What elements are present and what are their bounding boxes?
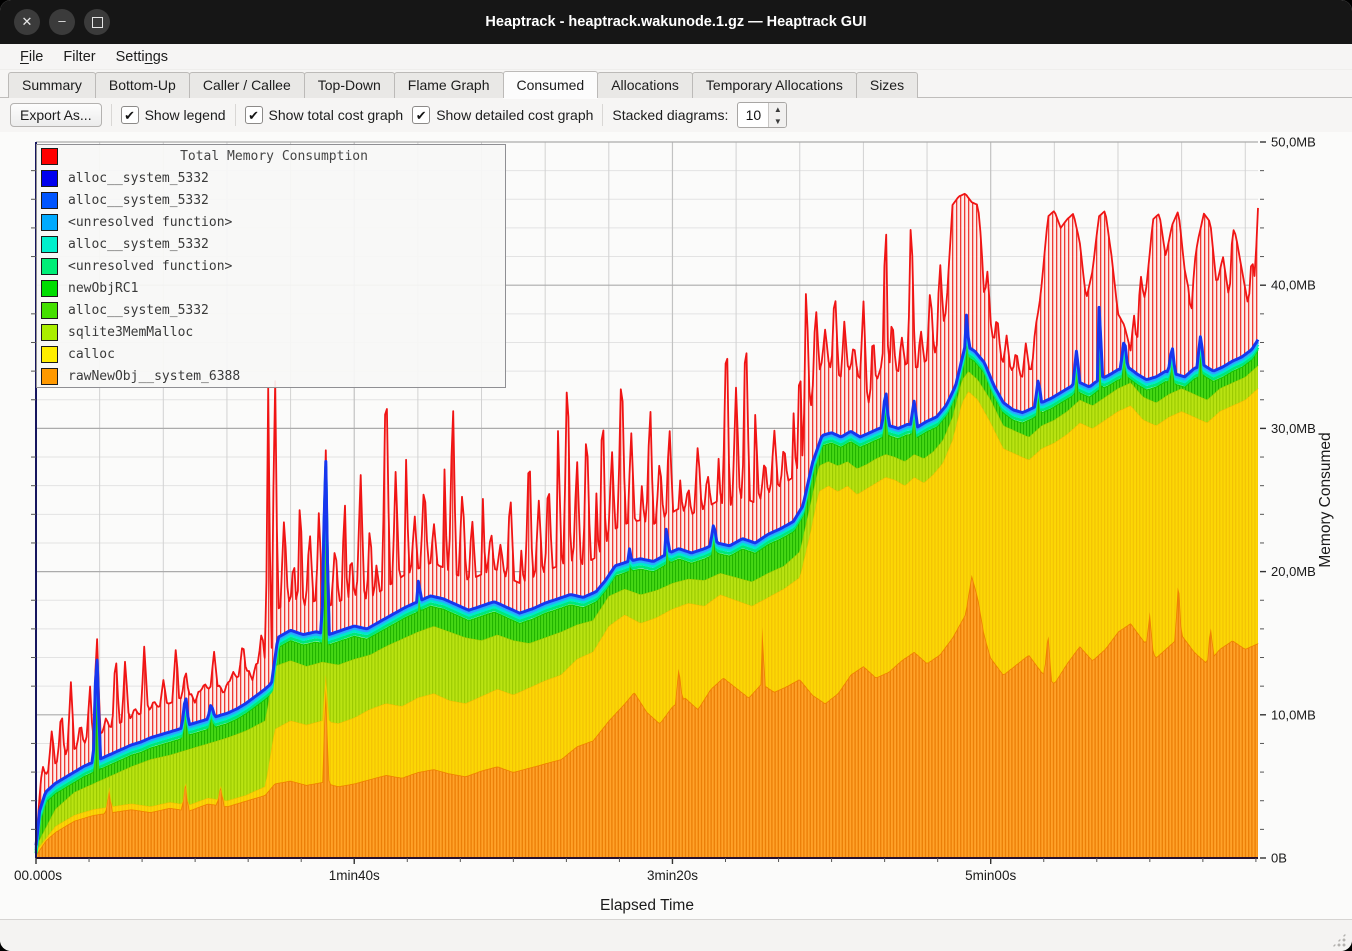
legend-label: alloc__system_5332 — [68, 303, 209, 318]
legend-label: alloc__system_5332 — [68, 193, 209, 208]
tab-bottom-up[interactable]: Bottom-Up — [95, 72, 190, 98]
legend-swatch — [41, 258, 58, 275]
checkbox-show-legend[interactable]: ✔ — [121, 106, 139, 124]
menu-bar: FileFilterSettings — [0, 44, 1352, 70]
svg-text:0B: 0B — [1271, 851, 1287, 866]
legend-item: alloc__system_5332 — [37, 299, 505, 321]
legend-label: <unresolved function> — [68, 215, 232, 230]
legend-swatch — [41, 236, 58, 253]
legend-swatch — [41, 214, 58, 231]
legend-item: sqlite3MemMalloc — [37, 321, 505, 343]
tab-summary[interactable]: Summary — [8, 72, 96, 98]
svg-text:5min00s: 5min00s — [965, 868, 1016, 883]
checkbox-label: Show detailed cost graph — [436, 107, 593, 123]
checkbox-show-detailed-cost-graph[interactable]: ✔ — [412, 106, 430, 124]
legend-swatch — [41, 346, 58, 363]
tab-consumed[interactable]: Consumed — [503, 71, 599, 98]
toolbar-separator — [111, 104, 112, 126]
legend-swatch — [41, 192, 58, 209]
menu-filter[interactable]: Filter — [53, 47, 105, 67]
toolbar-separator — [602, 104, 603, 126]
checkbox-group: ✔ Show total cost graph — [245, 106, 404, 124]
legend-item: <unresolved function> — [37, 211, 505, 233]
minimize-icon: – — [58, 13, 65, 28]
svg-text:00.000s: 00.000s — [14, 868, 62, 883]
legend-title-row: Total Memory Consumption — [37, 145, 505, 167]
legend-swatch — [41, 368, 58, 385]
legend-item: alloc__system_5332 — [37, 189, 505, 211]
tab-flame-graph[interactable]: Flame Graph — [394, 72, 504, 98]
legend-item: <unresolved function> — [37, 255, 505, 277]
chart-area: 0B 10,0MB 20,0MB 30,0MB 40,0MB 50,0MB 00.000s 1… — [0, 132, 1352, 919]
tab-sizes[interactable]: Sizes — [856, 72, 918, 98]
checkbox-show-total-cost-graph[interactable]: ✔ — [245, 106, 263, 124]
menu-settings[interactable]: Settings — [106, 47, 178, 67]
spinbox-value[interactable]: 10 — [738, 103, 768, 127]
legend-swatch-total — [41, 148, 58, 165]
y-axis-title: Memory Consumed — [1317, 432, 1334, 567]
title-bar: ✕ – Heaptrack - heaptrack.wakunode.1.gz … — [0, 0, 1352, 44]
legend-swatch — [41, 302, 58, 319]
stacked-diagrams-label: Stacked diagrams: — [612, 107, 728, 123]
window-title: Heaptrack - heaptrack.wakunode.1.gz — He… — [0, 14, 1352, 30]
legend-item: alloc__system_5332 — [37, 233, 505, 255]
close-button[interactable]: ✕ — [14, 9, 40, 35]
spin-up-icon[interactable]: ▲ — [769, 103, 786, 115]
legend-swatch — [41, 280, 58, 297]
close-icon: ✕ — [22, 14, 33, 30]
svg-text:10,0MB: 10,0MB — [1271, 707, 1316, 722]
app-window: ✕ – Heaptrack - heaptrack.wakunode.1.gz … — [0, 0, 1352, 951]
tab-bar: SummaryBottom-UpCaller / CalleeTop-DownF… — [0, 70, 1352, 98]
legend-label: newObjRC1 — [68, 281, 138, 296]
x-axis-title: Elapsed Time — [600, 897, 694, 914]
checkbox-label: Show legend — [145, 107, 226, 123]
maximize-button[interactable] — [84, 9, 110, 35]
chart-legend: Total Memory Consumption alloc__system_53… — [36, 144, 506, 388]
tab-allocations[interactable]: Allocations — [597, 72, 693, 98]
toolbar: Export As... ✔ Show legend ✔ Show total cos… — [0, 98, 1352, 132]
svg-text:40,0MB: 40,0MB — [1271, 278, 1316, 293]
svg-text:20,0MB: 20,0MB — [1271, 564, 1316, 579]
menu-file[interactable]: File — [10, 47, 53, 67]
legend-label: sqlite3MemMalloc — [68, 325, 193, 340]
svg-text:30,0MB: 30,0MB — [1271, 421, 1316, 436]
svg-text:3min20s: 3min20s — [647, 868, 698, 883]
legend-item: calloc — [37, 343, 505, 365]
legend-label: alloc__system_5332 — [68, 237, 209, 252]
legend-item: newObjRC1 — [37, 277, 505, 299]
tab-temporary-allocations[interactable]: Temporary Allocations — [692, 72, 857, 98]
status-bar — [0, 919, 1352, 951]
legend-label: rawNewObj__system_6388 — [68, 369, 240, 384]
checkbox-group: ✔ Show legend — [121, 106, 226, 124]
minimize-button[interactable]: – — [49, 9, 75, 35]
tab-top-down[interactable]: Top-Down — [304, 72, 395, 98]
legend-swatch — [41, 324, 58, 341]
legend-item: rawNewObj__system_6388 — [37, 365, 505, 387]
maximize-icon — [92, 17, 103, 28]
legend-item: alloc__system_5332 — [37, 167, 505, 189]
export-as-button[interactable]: Export As... — [10, 103, 102, 127]
svg-text:50,0MB: 50,0MB — [1271, 135, 1316, 150]
svg-text:1min40s: 1min40s — [329, 868, 380, 883]
checkbox-group: ✔ Show detailed cost graph — [412, 106, 593, 124]
checkbox-label: Show total cost graph — [269, 107, 404, 123]
legend-label: calloc — [68, 347, 115, 362]
legend-label: alloc__system_5332 — [68, 171, 209, 186]
legend-label: <unresolved function> — [68, 259, 232, 274]
toolbar-separator — [235, 104, 236, 126]
legend-title: Total Memory Consumption — [68, 149, 505, 164]
stacked-diagrams-spinbox[interactable]: 10 ▲ ▼ — [737, 102, 787, 128]
legend-swatch — [41, 170, 58, 187]
spin-down-icon[interactable]: ▼ — [769, 115, 786, 127]
tab-caller-callee[interactable]: Caller / Callee — [189, 72, 305, 98]
resize-grip-icon[interactable] — [1332, 933, 1346, 947]
